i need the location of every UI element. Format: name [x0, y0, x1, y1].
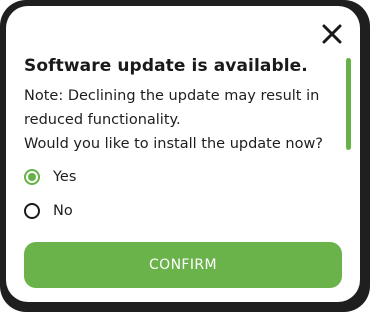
- dialog-title: Software update is available.: [24, 56, 308, 76]
- dialog-note-line-2: reduced functionality.: [24, 112, 181, 128]
- update-dialog: Software update is available. Note: Decl…: [6, 6, 360, 302]
- close-icon: [322, 24, 342, 44]
- option-yes-label: Yes: [53, 169, 77, 185]
- dialog-note-line-1: Note: Declining the update may result in: [24, 88, 320, 104]
- option-yes[interactable]: Yes: [24, 166, 76, 188]
- confirm-button-label: CONFIRM: [148, 257, 218, 273]
- scrollbar-thumb[interactable]: [346, 58, 351, 150]
- option-no-label: No: [53, 203, 73, 219]
- radio-yes-checked[interactable]: [24, 169, 40, 185]
- confirm-button[interactable]: CONFIRM: [24, 242, 342, 288]
- dialog-question: Would you like to install the update now…: [24, 136, 324, 152]
- option-no[interactable]: No: [24, 200, 73, 222]
- radio-no-unchecked[interactable]: [24, 203, 40, 219]
- close-button[interactable]: [319, 21, 345, 47]
